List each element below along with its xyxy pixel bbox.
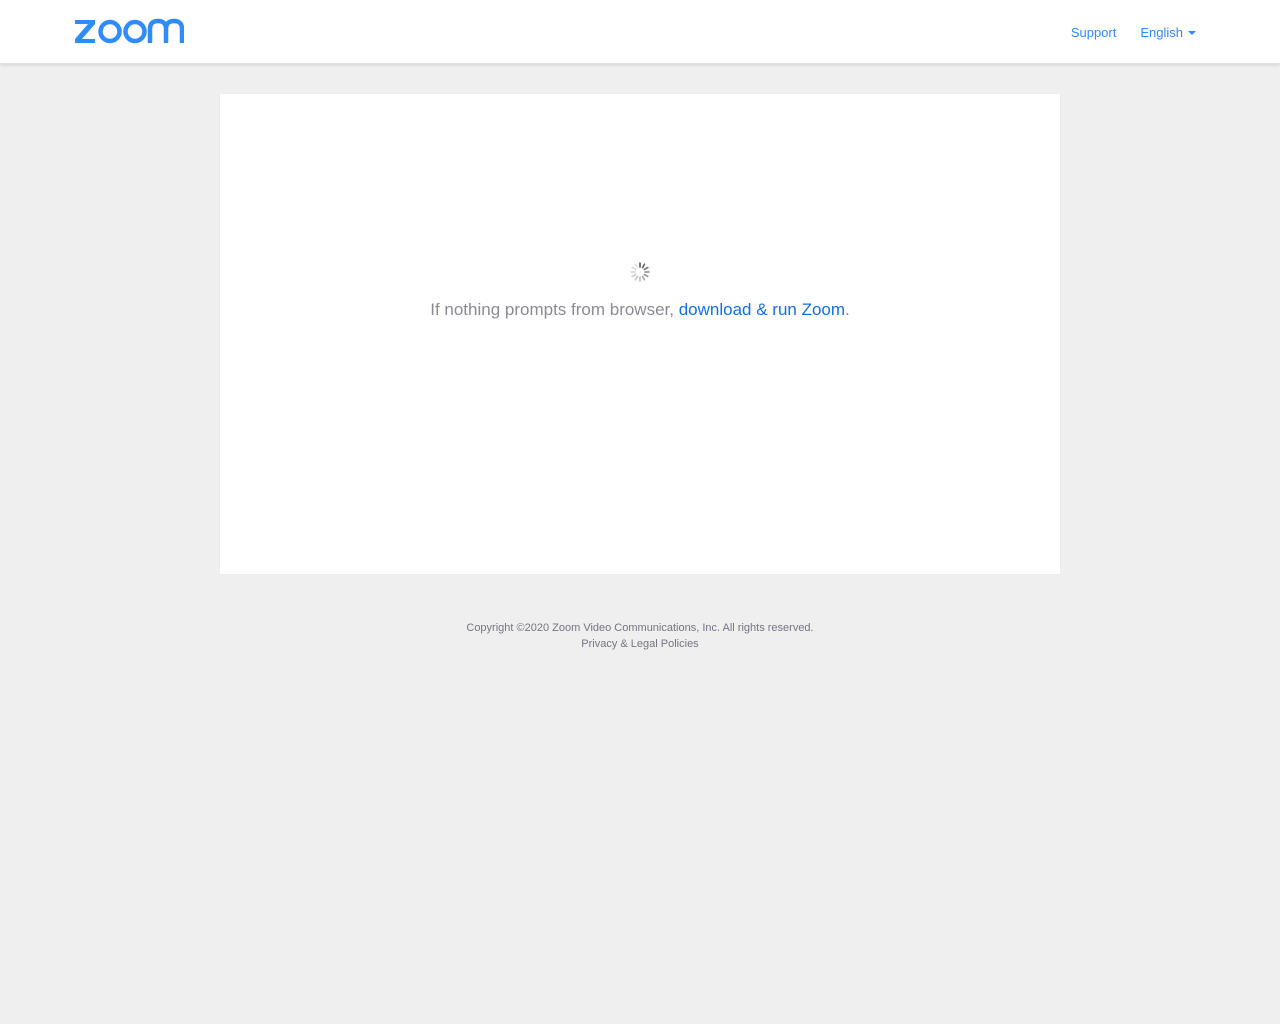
header-nav: Support English (1047, 0, 1196, 64)
zoom-logo[interactable] (74, 13, 184, 49)
top-header: Support English (0, 0, 1280, 64)
launch-prompt: If nothing prompts from browser, downloa… (220, 300, 1060, 320)
page-footer: Copyright ©2020 Zoom Video Communication… (0, 620, 1280, 652)
zoom-logo-icon (75, 18, 184, 44)
loading-spinner-icon (630, 262, 650, 282)
launch-card: If nothing prompts from browser, downloa… (220, 94, 1060, 574)
caret-down-icon (1188, 31, 1196, 35)
copyright-text: Copyright ©2020 Zoom Video Communication… (466, 622, 814, 634)
download-run-zoom-link[interactable]: download & run Zoom (679, 300, 845, 319)
privacy-legal-link[interactable]: Privacy & Legal Policies (581, 638, 698, 650)
prompt-suffix: . (845, 300, 850, 319)
language-label: English (1140, 24, 1183, 40)
language-dropdown[interactable]: English (1140, 25, 1196, 40)
prompt-text: If nothing prompts from browser, (430, 300, 679, 319)
support-link[interactable]: Support (1071, 25, 1117, 40)
